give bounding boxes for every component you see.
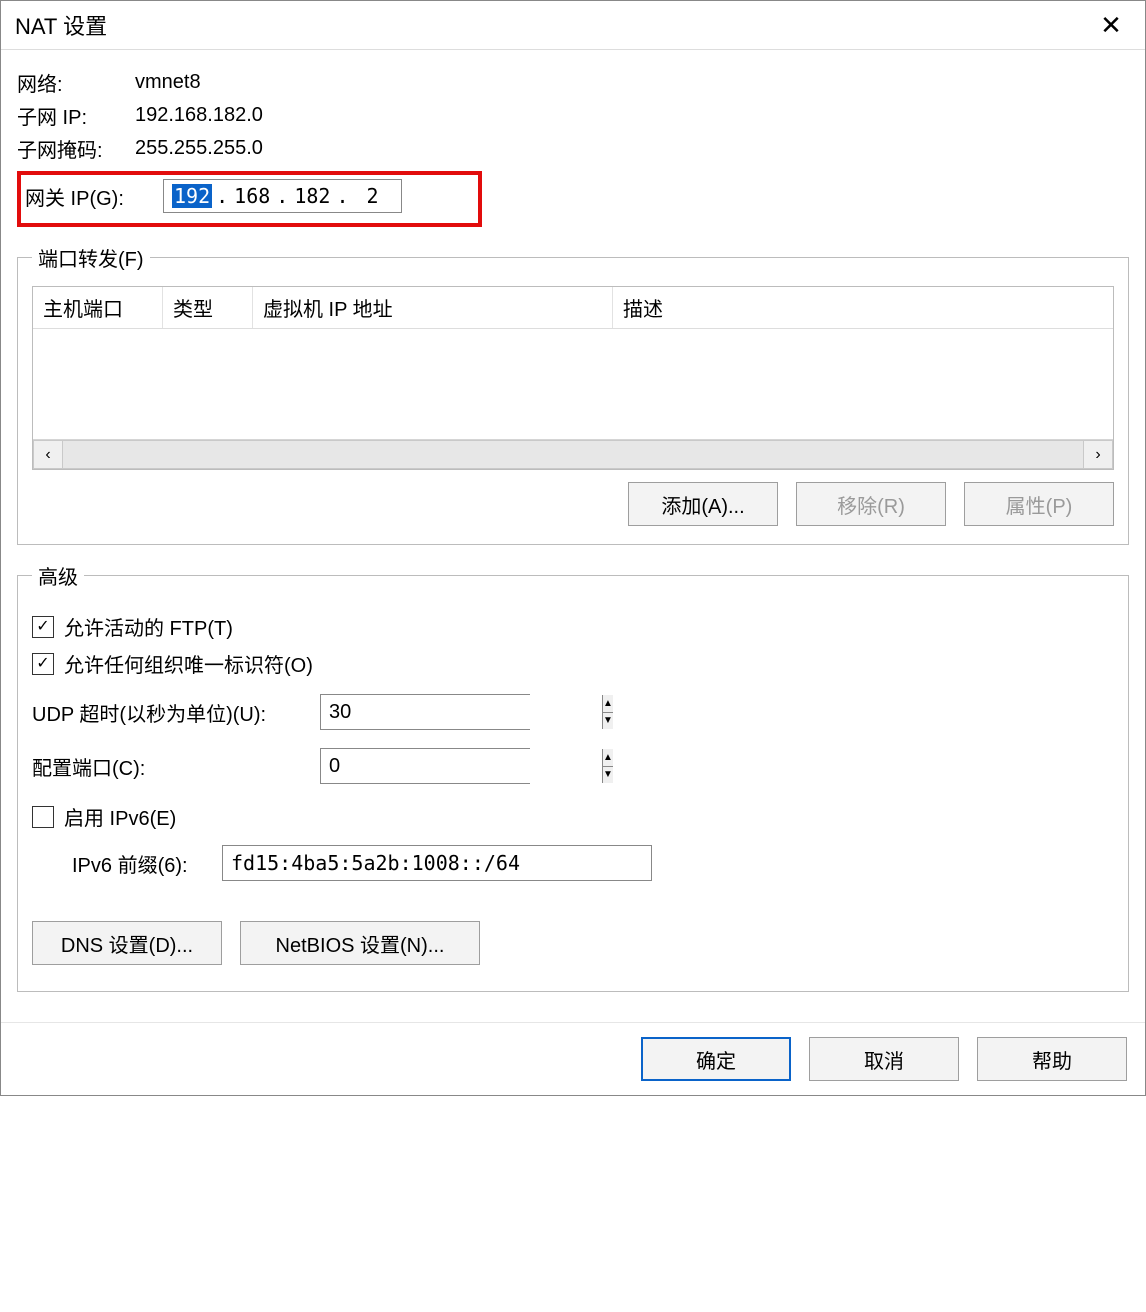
port-forwarding-buttons: 添加(A)... 移除(R) 属性(P) <box>32 482 1114 526</box>
help-button[interactable]: 帮助 <box>977 1037 1127 1081</box>
config-port-row: 配置端口(C): ▲ ▼ <box>32 748 1114 784</box>
ip-octet-1[interactable]: 192 <box>172 184 212 208</box>
ok-button[interactable]: 确定 <box>641 1037 791 1081</box>
col-host-port[interactable]: 主机端口 <box>33 287 163 328</box>
subnet-ip-row: 子网 IP: 192.168.182.0 <box>17 101 1129 130</box>
network-label: 网络: <box>17 68 135 97</box>
udp-timeout-row: UDP 超时(以秒为单位)(U): ▲ ▼ <box>32 694 1114 730</box>
gateway-label: 网关 IP(G): <box>25 182 157 211</box>
scroll-track[interactable] <box>63 440 1083 469</box>
ipv6-prefix-label: IPv6 前缀(6): <box>72 849 212 878</box>
ip-dot: . <box>332 184 352 208</box>
ipv6-prefix-row: IPv6 前缀(6): <box>72 845 1114 881</box>
spin-down-icon[interactable]: ▼ <box>603 713 613 730</box>
close-icon[interactable]: ✕ <box>1091 9 1131 41</box>
spin-down-icon[interactable]: ▼ <box>603 767 613 784</box>
col-description[interactable]: 描述 <box>613 287 1113 328</box>
netbios-settings-button[interactable]: NetBIOS 设置(N)... <box>240 921 480 965</box>
ip-dot: . <box>212 184 232 208</box>
add-button[interactable]: 添加(A)... <box>628 482 778 526</box>
allow-oui-label: 允许任何组织唯一标识符(O) <box>64 649 313 678</box>
udp-timeout-label: UDP 超时(以秒为单位)(U): <box>32 698 310 727</box>
table-header: 主机端口 类型 虚拟机 IP 地址 描述 <box>33 287 1113 329</box>
scroll-left-icon[interactable]: ‹ <box>33 440 63 469</box>
table-body[interactable] <box>33 329 1113 439</box>
port-forwarding-table[interactable]: 主机端口 类型 虚拟机 IP 地址 描述 ‹ › <box>32 286 1114 470</box>
advanced-legend: 高级 <box>32 561 84 590</box>
subnet-ip-value: 192.168.182.0 <box>135 104 263 127</box>
dialog-footer: 确定 取消 帮助 <box>1 1022 1145 1095</box>
port-forwarding-legend: 端口转发(F) <box>32 243 150 272</box>
cancel-button[interactable]: 取消 <box>809 1037 959 1081</box>
allow-ftp-row: 允许活动的 FTP(T) <box>32 612 1114 641</box>
advanced-group: 高级 允许活动的 FTP(T) 允许任何组织唯一标识符(O) UDP 超时(以秒… <box>17 561 1129 992</box>
subnet-mask-label: 子网掩码: <box>17 134 135 163</box>
remove-button: 移除(R) <box>796 482 946 526</box>
col-vm-ip[interactable]: 虚拟机 IP 地址 <box>253 287 613 328</box>
ip-octet-2[interactable]: 168 <box>232 184 272 208</box>
udp-timeout-spinner[interactable]: ▲ ▼ <box>320 694 530 730</box>
nat-settings-dialog: NAT 设置 ✕ 网络: vmnet8 子网 IP: 192.168.182.0… <box>0 0 1146 1096</box>
spinner-buttons: ▲ ▼ <box>602 749 613 783</box>
scroll-right-icon[interactable]: › <box>1083 440 1113 469</box>
config-port-label: 配置端口(C): <box>32 752 310 781</box>
config-port-input[interactable] <box>321 749 602 783</box>
allow-oui-row: 允许任何组织唯一标识符(O) <box>32 649 1114 678</box>
enable-ipv6-row: 启用 IPv6(E) <box>32 802 1114 831</box>
advanced-buttons: DNS 设置(D)... NetBIOS 设置(N)... <box>32 921 1114 965</box>
dialog-content: 网络: vmnet8 子网 IP: 192.168.182.0 子网掩码: 25… <box>1 50 1145 1012</box>
ip-dot: . <box>272 184 292 208</box>
table-hscrollbar[interactable]: ‹ › <box>33 439 1113 469</box>
allow-ftp-checkbox[interactable] <box>32 616 54 638</box>
ip-octet-4[interactable]: 2 <box>353 184 393 208</box>
subnet-mask-row: 子网掩码: 255.255.255.0 <box>17 134 1129 163</box>
network-value: vmnet8 <box>135 71 201 94</box>
dns-settings-button[interactable]: DNS 设置(D)... <box>32 921 222 965</box>
dialog-title: NAT 设置 <box>15 9 107 41</box>
properties-button: 属性(P) <box>964 482 1114 526</box>
enable-ipv6-checkbox[interactable] <box>32 806 54 828</box>
col-type[interactable]: 类型 <box>163 287 253 328</box>
spinner-buttons: ▲ ▼ <box>602 695 613 729</box>
enable-ipv6-label: 启用 IPv6(E) <box>64 802 176 831</box>
spin-up-icon[interactable]: ▲ <box>603 695 613 713</box>
allow-oui-checkbox[interactable] <box>32 653 54 675</box>
udp-timeout-input[interactable] <box>321 695 602 729</box>
ipv6-prefix-input[interactable] <box>222 845 652 881</box>
network-row: 网络: vmnet8 <box>17 68 1129 97</box>
gateway-highlight: 网关 IP(G): 192 . 168 . 182 . 2 <box>17 171 482 227</box>
port-forwarding-group: 端口转发(F) 主机端口 类型 虚拟机 IP 地址 描述 ‹ › 添加(A)..… <box>17 243 1129 545</box>
subnet-ip-label: 子网 IP: <box>17 101 135 130</box>
allow-ftp-label: 允许活动的 FTP(T) <box>64 612 233 641</box>
config-port-spinner[interactable]: ▲ ▼ <box>320 748 530 784</box>
gateway-ip-input[interactable]: 192 . 168 . 182 . 2 <box>163 179 402 213</box>
spin-up-icon[interactable]: ▲ <box>603 749 613 767</box>
ip-octet-3[interactable]: 182 <box>292 184 332 208</box>
titlebar: NAT 设置 ✕ <box>1 1 1145 50</box>
subnet-mask-value: 255.255.255.0 <box>135 137 263 160</box>
